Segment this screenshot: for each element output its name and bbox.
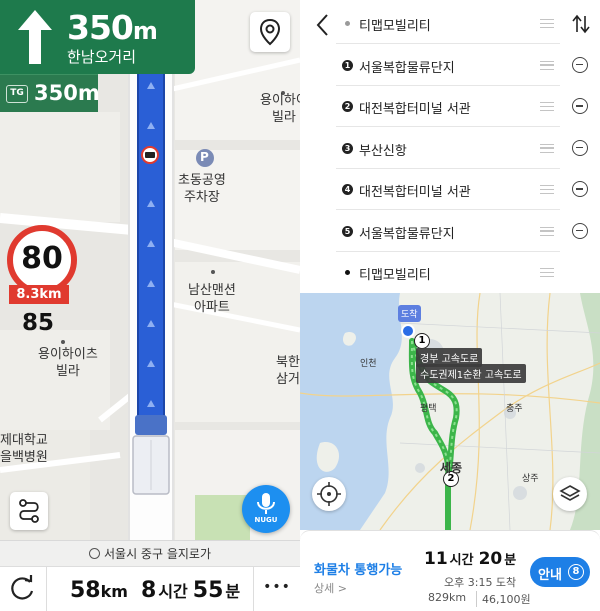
destination-dot-icon [345, 270, 350, 275]
current-speed: 85 [22, 310, 55, 336]
waypoint-number-badge: 3 [342, 142, 353, 154]
waypoint-marker-1: 1 [414, 333, 430, 349]
drag-handle-icon[interactable] [540, 102, 554, 111]
trip-info-bar: 58km 8 시간 55 분 ••• [0, 566, 300, 611]
map-label-north: 북한 삼거 [276, 355, 300, 387]
reroute-button[interactable] [0, 567, 46, 611]
route-icon [19, 499, 39, 523]
route-screen: 티맵모빌리티 1 서울복합물류단지 2 대전복합터미널 서관 3 부산신항 4 대전복합터미널 … [300, 0, 600, 611]
turn-instruction-card[interactable]: 350m 한남오거리 [0, 0, 195, 74]
route-overview-map[interactable]: 도착 1 2 경부 고속도로 수도권제1순환 고속도로 인천 평택 충주 세종 상주 [300, 293, 600, 530]
waypoint-number-badge: 4 [342, 184, 353, 195]
waypoint-row[interactable]: 1 서울복합물류단지 [300, 45, 600, 86]
tollgate-badge: TG [6, 85, 28, 103]
route-duration: 11 시간 20 분 [424, 549, 517, 569]
map-layers-button[interactable] [553, 477, 587, 511]
speed-camera-icon [141, 146, 159, 164]
next-instruction-distance: 350m [34, 81, 100, 105]
arrival-time: 오후 3:15 도착 [444, 576, 517, 589]
remove-waypoint-button[interactable] [572, 139, 588, 156]
route-summary-card[interactable]: 화물차 통행가능 상세 > 11 시간 20 분 오후 3:15 도착 829km 4… [300, 530, 600, 611]
drag-handle-icon[interactable] [540, 19, 554, 28]
location-target-icon [89, 548, 100, 559]
waypoint-name: 부산신항 [359, 143, 407, 159]
map-city-label: 세종 [440, 461, 463, 475]
route-toll: 46,100원 [476, 591, 531, 607]
guidance-count-badge: 8 [568, 564, 584, 580]
waypoint-number-badge: 1 [342, 59, 353, 71]
crosshair-icon [317, 482, 341, 506]
location-pin-icon [259, 18, 281, 46]
remove-waypoint-button[interactable] [572, 56, 588, 73]
current-address: 서울시 중구 을지로가 [104, 547, 211, 561]
straight-arrow-icon [18, 10, 52, 64]
vehicle-truck-icon [132, 415, 170, 495]
remaining-time: 8 시간 55 분 [141, 578, 241, 603]
drag-handle-icon[interactable] [540, 226, 554, 236]
speed-camera-distance: 8.3km [9, 285, 69, 304]
waypoint-name: 티맵모빌리티 [359, 19, 431, 34]
more-menu-button[interactable]: ••• [254, 579, 300, 595]
map-label-villa: 용이하이츠 빌라 [38, 347, 98, 379]
current-location-button[interactable] [312, 477, 346, 511]
waypoint-row[interactable]: 4 대전복합터미널 서관 [300, 169, 600, 210]
remove-waypoint-button[interactable] [572, 181, 588, 197]
current-address-bar: 서울시 중구 을지로가 [0, 540, 300, 566]
layers-icon [559, 485, 581, 501]
destination-button[interactable] [250, 12, 290, 52]
map-city-label: 평택 [420, 404, 437, 414]
remaining-distance: 58km [70, 578, 128, 603]
waypoint-row[interactable]: 5 서울복합물류단지 [300, 211, 600, 252]
turn-location-name: 한남오거리 [67, 48, 137, 66]
start-guidance-button[interactable]: 안내 8 [530, 557, 590, 587]
map-city-label: 인천 [360, 359, 377, 369]
navigation-screen: P 350m 한남오거리 TG 350m 80 8.3km 85 용이하이 빌라… [0, 0, 300, 611]
waypoint-row[interactable]: 3 부산신항 [300, 128, 600, 169]
waypoint-row[interactable]: 티맵모빌리티 [300, 252, 600, 293]
map-label-hospital: 제대학교 을백병원 [0, 433, 48, 465]
map-label-parking: 초동공영 주차장 [178, 173, 226, 205]
start-guidance-label: 안내 [538, 568, 562, 583]
next-instruction-card[interactable]: TG 350m [0, 74, 100, 112]
refresh-icon [11, 575, 34, 600]
microphone-icon [257, 493, 275, 514]
waypoint-name: 티맵모빌리티 [359, 268, 431, 283]
origin-dot-icon [345, 21, 350, 26]
remove-waypoint-button[interactable] [572, 222, 588, 239]
turn-distance: 350m [67, 8, 158, 47]
map-label-building: 용이하이 빌라 [260, 93, 300, 125]
waypoint-row[interactable]: 2 대전복합터미널 서관 [300, 86, 600, 127]
waypoint-row[interactable]: 티맵모빌리티 [300, 3, 600, 44]
truck-allowed-label: 화물차 통행가능 [314, 563, 403, 578]
waypoint-name: 서울복합물류단지 [359, 60, 455, 76]
route-distance: 829km [428, 591, 467, 604]
drag-handle-icon[interactable] [540, 60, 554, 70]
waypoint-name: 대전복합터미널 서관 [359, 185, 471, 200]
drag-handle-icon[interactable] [540, 185, 554, 194]
highway-label-capital-ring: 수도권제1순환 고속도로 [416, 364, 526, 383]
nugu-label: NUGU [254, 516, 278, 524]
arrival-tag: 도착 [398, 305, 421, 322]
map-label-parking-symbol: P [200, 150, 209, 164]
map-label-apartment: 남산맨션 아파트 [188, 283, 236, 315]
destination-marker-icon [401, 324, 415, 338]
detail-link[interactable]: 상세 > [314, 580, 347, 596]
route-options-button[interactable] [10, 492, 48, 530]
drag-handle-icon[interactable] [540, 143, 554, 153]
waypoint-name: 대전복합터미널 서관 [359, 102, 471, 117]
waypoint-number-badge: 2 [342, 101, 353, 112]
map-city-label: 상주 [522, 474, 539, 484]
map-city-label: 충주 [506, 404, 523, 414]
nugu-voice-button[interactable]: NUGU [242, 485, 290, 533]
waypoint-name: 서울복합물류단지 [359, 226, 455, 242]
drag-handle-icon[interactable] [540, 268, 554, 277]
remove-waypoint-button[interactable] [572, 98, 588, 114]
waypoint-number-badge: 5 [342, 225, 353, 237]
